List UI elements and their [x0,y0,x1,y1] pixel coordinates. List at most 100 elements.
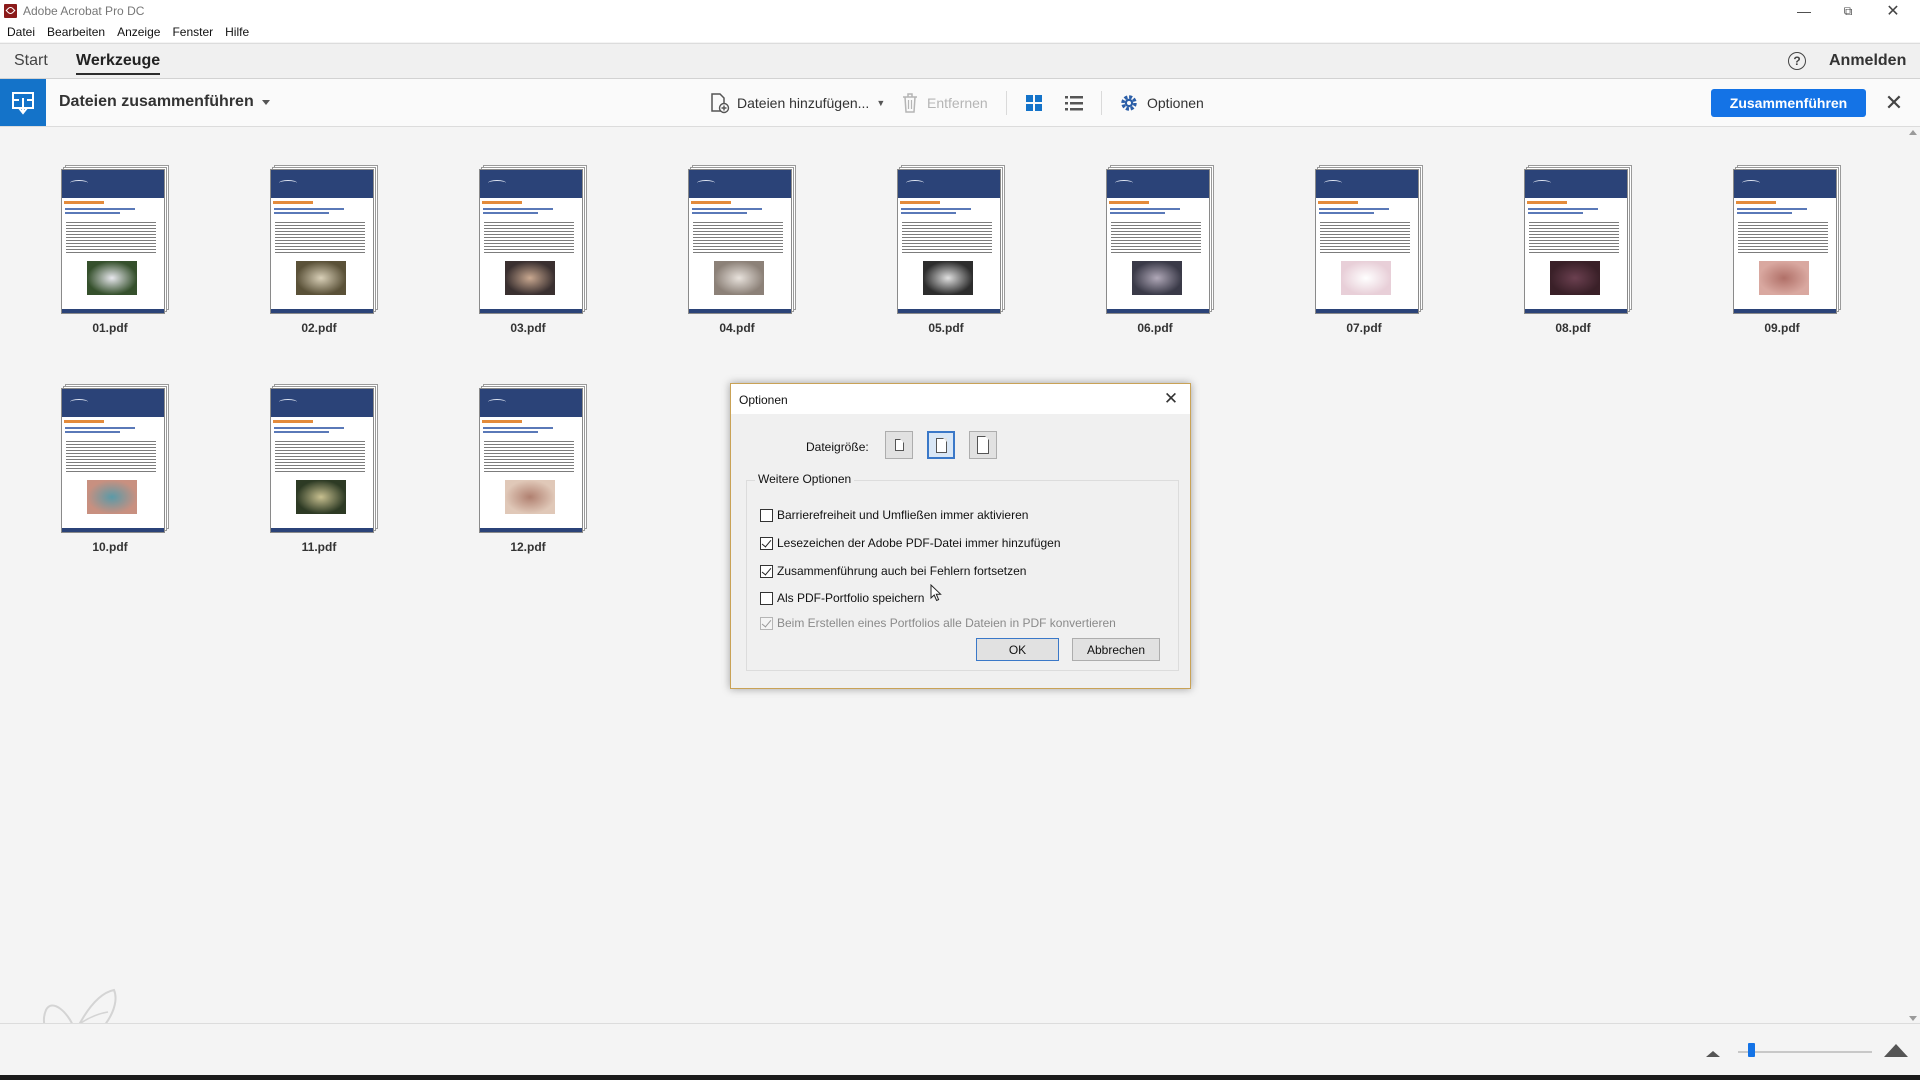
page-heading-line [692,212,747,214]
checkbox[interactable] [760,564,773,578]
file-thumbnail[interactable]: 11.pdf [259,384,379,564]
page-stack [1524,165,1632,314]
checkbox[interactable] [760,508,773,522]
close-tool-icon[interactable]: ✕ [1882,90,1906,115]
help-icon[interactable]: ? [1788,52,1806,70]
option-accessibility[interactable]: Barrierefreiheit und Umfließen immer akt… [760,508,1028,522]
page-footer-band [271,528,373,532]
page-text-lines [902,222,992,254]
dialog-close-icon[interactable]: ✕ [1161,389,1181,409]
size-medium-button[interactable] [927,431,955,459]
page-heading-line [483,212,538,214]
menu-bearbeiten[interactable]: Bearbeiten [47,22,112,42]
page-heading-line [901,208,971,210]
scroll-up-icon[interactable] [1909,130,1917,135]
chevron-down-icon[interactable] [262,100,270,105]
option-bookmarks[interactable]: Lesezeichen der Adobe PDF-Datei immer hi… [760,536,1061,550]
file-thumbnail[interactable]: 01.pdf [50,165,170,345]
signin-link[interactable]: Anmelden [1829,52,1906,70]
toolbar-separator [1101,91,1102,115]
checkbox[interactable] [760,591,773,605]
file-thumbnail[interactable]: 12.pdf [468,384,588,564]
option-save-as-portfolio[interactable]: Als PDF-Portfolio speichern [760,591,924,605]
zoom-slider[interactable] [1738,1051,1872,1053]
list-view-button[interactable] [1064,91,1084,115]
page-preview [897,169,1001,314]
option-continue-on-error[interactable]: Zusammenführung auch bei Fehlern fortset… [760,564,1026,578]
file-thumbnail[interactable]: 07.pdf [1304,165,1424,345]
page-stack [897,165,1005,314]
scrollbar[interactable] [1906,128,1920,1023]
file-name: 11.pdf [301,540,337,554]
toolbar-separator [1006,91,1007,115]
minimize-icon[interactable]: — [1782,0,1826,22]
grid-view-button[interactable] [1025,91,1043,115]
zoom-out-icon[interactable] [1706,1051,1720,1057]
file-thumbnail[interactable]: 02.pdf [259,165,379,345]
page-stack [270,384,378,533]
file-thumbnail[interactable]: 04.pdf [677,165,797,345]
page-footer-band [1525,309,1627,313]
file-thumbnail[interactable]: 10.pdf [50,384,170,564]
tool-title[interactable]: Dateien zusammenführen [59,93,254,111]
page-photo [296,261,346,295]
page-heading-line [1319,212,1374,214]
page-heading-line [65,431,120,433]
menu-anzeige[interactable]: Anzeige [117,22,167,42]
page-tag-bar [273,201,313,204]
add-files-button[interactable]: Dateien hinzufügen... ▼ [708,91,885,115]
file-thumbnail[interactable]: 06.pdf [1095,165,1215,345]
page-heading-line [483,431,538,433]
menu-bar: Datei Bearbeiten Anzeige Fenster Hilfe [0,22,1920,42]
checkbox[interactable] [760,536,773,550]
size-large-button[interactable] [969,431,997,459]
zoom-in-icon[interactable] [1884,1044,1908,1057]
dialog-title: Optionen [739,393,788,407]
page-heading-line [1737,212,1792,214]
zoom-slider-thumb[interactable] [1748,1043,1756,1057]
options-dialog: Optionen ✕ Dateigröße: Weitere Optionen … [730,383,1191,689]
menu-datei[interactable]: Datei [7,22,42,42]
remove-label: Entfernen [927,95,988,111]
menu-hilfe[interactable]: Hilfe [225,22,256,42]
page-preview [479,388,583,533]
tab-werkzeuge[interactable]: Werkzeuge [76,52,161,75]
trash-icon [903,93,917,113]
tab-start[interactable]: Start [14,52,48,70]
menu-fenster[interactable]: Fenster [172,22,220,42]
dialog-titlebar: Optionen ✕ [731,384,1190,414]
page-stack [61,165,169,314]
restore-icon[interactable]: ⧉ [1826,0,1870,22]
page-preview [1524,169,1628,314]
ok-button[interactable]: OK [976,638,1059,661]
page-footer-band [898,309,1000,313]
size-small-button[interactable] [885,431,913,459]
scroll-down-icon[interactable] [1909,1016,1917,1021]
medium-document-icon [935,437,947,453]
page-header-band [1525,170,1627,198]
page-header-band [480,170,582,198]
page-text-lines [1738,222,1828,254]
option-label: Als PDF-Portfolio speichern [777,591,925,605]
options-button[interactable]: Optionen [1119,91,1204,115]
file-thumbnail[interactable]: 05.pdf [886,165,1006,345]
page-photo [923,261,973,295]
page-stack [61,384,169,533]
checkbox [760,616,773,630]
option-label: Zusammenführung auch bei Fehlern fortset… [777,564,1027,578]
small-document-icon [894,439,904,451]
page-photo [1132,261,1182,295]
page-text-lines [1111,222,1201,254]
file-thumbnail[interactable]: 09.pdf [1722,165,1842,345]
page-stack [479,165,587,314]
remove-button[interactable]: Entfernen [900,91,988,115]
window-close-icon[interactable]: ✕ [1871,0,1915,22]
page-tag-bar [482,201,522,204]
page-text-lines [1529,222,1619,254]
file-name: 09.pdf [1764,321,1800,335]
file-thumbnail[interactable]: 03.pdf [468,165,588,345]
merge-button[interactable]: Zusammenführen [1711,89,1866,117]
file-thumbnail[interactable]: 08.pdf [1513,165,1633,345]
page-header-band [689,170,791,198]
cancel-button[interactable]: Abbrechen [1072,638,1160,661]
